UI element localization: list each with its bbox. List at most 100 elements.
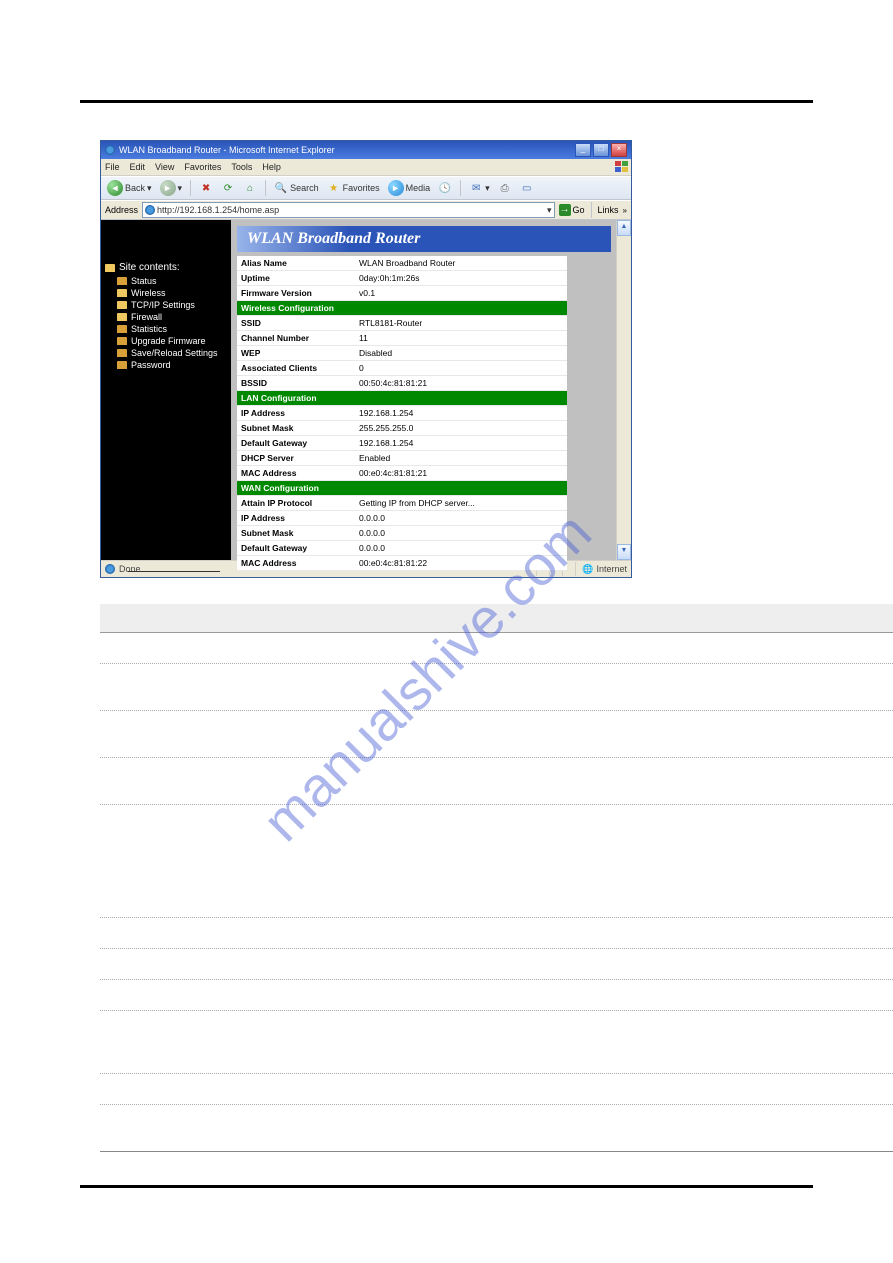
doc-table-row	[100, 805, 893, 918]
table-key: DHCP Server	[237, 451, 355, 466]
table-key: Uptime	[237, 271, 355, 286]
minimize-button[interactable]: _	[575, 143, 591, 157]
sidebar-item-label: Password	[131, 360, 171, 370]
top-rule	[80, 100, 813, 103]
router-banner: WLAN Broadband Router	[237, 226, 611, 252]
home-icon: ⌂	[243, 181, 257, 195]
sidebar-item-label: Upgrade Firmware	[131, 336, 206, 346]
table-key: Attain IP Protocol	[237, 496, 355, 511]
folder-icon	[117, 277, 127, 285]
table-value: 00:50:4c:81:81:21	[355, 376, 567, 391]
sidebar-title: Site contents:	[101, 260, 231, 275]
scroll-track[interactable]	[617, 236, 631, 544]
go-icon: →	[559, 204, 571, 216]
print-icon: ⎙	[498, 181, 512, 195]
table-row: Firmware Versionv0.1	[237, 286, 567, 301]
folder-icon	[117, 313, 127, 321]
chevron-down-icon: ▾	[485, 183, 490, 194]
menu-tools[interactable]: Tools	[231, 162, 252, 172]
search-button[interactable]: 🔍 Search	[272, 179, 321, 197]
content-area: Site contents: StatusWirelessTCP/IP Sett…	[101, 220, 631, 560]
history-button[interactable]: 🕓	[436, 179, 454, 197]
stop-button[interactable]: ✖	[197, 179, 215, 197]
menu-view[interactable]: View	[155, 162, 174, 172]
doc-table-row	[100, 1011, 893, 1074]
table-section-header: WAN Configuration	[237, 481, 567, 496]
media-label: Media	[406, 183, 431, 193]
table-value: Enabled	[355, 451, 567, 466]
sidebar-item-status[interactable]: Status	[101, 275, 231, 287]
sidebar-item-wireless[interactable]: Wireless	[101, 287, 231, 299]
menu-favorites[interactable]: Favorites	[184, 162, 221, 172]
table-key: Subnet Mask	[237, 526, 355, 541]
address-input[interactable]: http://192.168.1.254/home.asp ▾	[142, 202, 554, 218]
titlebar: WLAN Broadband Router - Microsoft Intern…	[101, 141, 631, 159]
table-row: Attain IP ProtocolGetting IP from DHCP s…	[237, 496, 567, 511]
search-label: Search	[290, 183, 319, 193]
table-value: 00:e0:4c:81:81:22	[355, 556, 567, 571]
address-label: Address	[105, 205, 138, 215]
refresh-button[interactable]: ⟳	[219, 179, 237, 197]
mail-button[interactable]: ✉▾	[467, 179, 492, 197]
home-button[interactable]: ⌂	[241, 179, 259, 197]
table-value: 192.168.1.254	[355, 436, 567, 451]
forward-button[interactable]: ► ▾	[158, 179, 185, 197]
folder-icon	[105, 264, 115, 272]
page-icon	[105, 564, 115, 574]
chevron-down-icon: ▾	[178, 183, 183, 194]
doc-table-row	[100, 1105, 893, 1152]
scroll-up-button[interactable]: ▲	[617, 220, 631, 236]
sidebar-item-label: Save/Reload Settings	[131, 348, 218, 358]
back-button[interactable]: ◄ Back ▾	[105, 179, 154, 197]
table-value: RTL8181-Router	[355, 316, 567, 331]
status-zone: 🌐 Internet	[575, 562, 627, 576]
table-key: Subnet Mask	[237, 421, 355, 436]
chevron-right-icon[interactable]: »	[623, 206, 627, 215]
scroll-down-button[interactable]: ▼	[617, 544, 631, 560]
go-button[interactable]: → Go	[559, 204, 585, 216]
doc-table-row	[100, 949, 893, 980]
search-icon: 🔍	[274, 181, 288, 195]
edit-button[interactable]: ▭	[518, 179, 536, 197]
table-value: WLAN Broadband Router	[355, 256, 567, 271]
table-row: Uptime0day:0h:1m:26s	[237, 271, 567, 286]
doc-table-row	[100, 633, 893, 664]
close-button[interactable]: ×	[611, 143, 627, 157]
media-icon: ►	[388, 180, 404, 196]
chevron-down-icon[interactable]: ▾	[547, 203, 552, 217]
table-row: IP Address0.0.0.0	[237, 511, 567, 526]
sidebar-item-save-reload-settings[interactable]: Save/Reload Settings	[101, 347, 231, 359]
menu-file[interactable]: File	[105, 162, 120, 172]
table-key: Firmware Version	[237, 286, 355, 301]
table-value: 11	[355, 331, 567, 346]
page-icon	[145, 205, 155, 215]
table-value: 0.0.0.0	[355, 541, 567, 556]
menu-help[interactable]: Help	[262, 162, 281, 172]
ie-icon	[105, 145, 115, 155]
sidebar-item-statistics[interactable]: Statistics	[101, 323, 231, 335]
folder-icon	[117, 361, 127, 369]
sidebar-item-firewall[interactable]: Firewall	[101, 311, 231, 323]
sidebar-item-tcp-ip-settings[interactable]: TCP/IP Settings	[101, 299, 231, 311]
print-button[interactable]: ⎙	[496, 179, 514, 197]
edit-icon: ▭	[520, 181, 534, 195]
table-row: SSIDRTL8181-Router	[237, 316, 567, 331]
maximize-button[interactable]: □	[593, 143, 609, 157]
doc-table-row	[100, 711, 893, 758]
scrollbar[interactable]: ▲ ▼	[616, 220, 631, 560]
back-label: Back	[125, 183, 145, 193]
links-label[interactable]: Links	[598, 205, 619, 215]
status-zone-label: Internet	[596, 564, 627, 574]
table-key: Alias Name	[237, 256, 355, 271]
toolbar: ◄ Back ▾ ► ▾ ✖ ⟳ ⌂ 🔍 Search ★ Favorites …	[101, 176, 631, 200]
table-value: 192.168.1.254	[355, 406, 567, 421]
table-key: SSID	[237, 316, 355, 331]
sidebar-item-upgrade-firmware[interactable]: Upgrade Firmware	[101, 335, 231, 347]
media-button[interactable]: ► Media	[386, 179, 433, 197]
menu-edit[interactable]: Edit	[130, 162, 146, 172]
doc-table-row	[100, 918, 893, 949]
browser-window: WLAN Broadband Router - Microsoft Intern…	[100, 140, 632, 578]
sidebar-item-password[interactable]: Password	[101, 359, 231, 371]
favorites-button[interactable]: ★ Favorites	[325, 179, 382, 197]
table-section-header: Wireless Configuration	[237, 301, 567, 316]
